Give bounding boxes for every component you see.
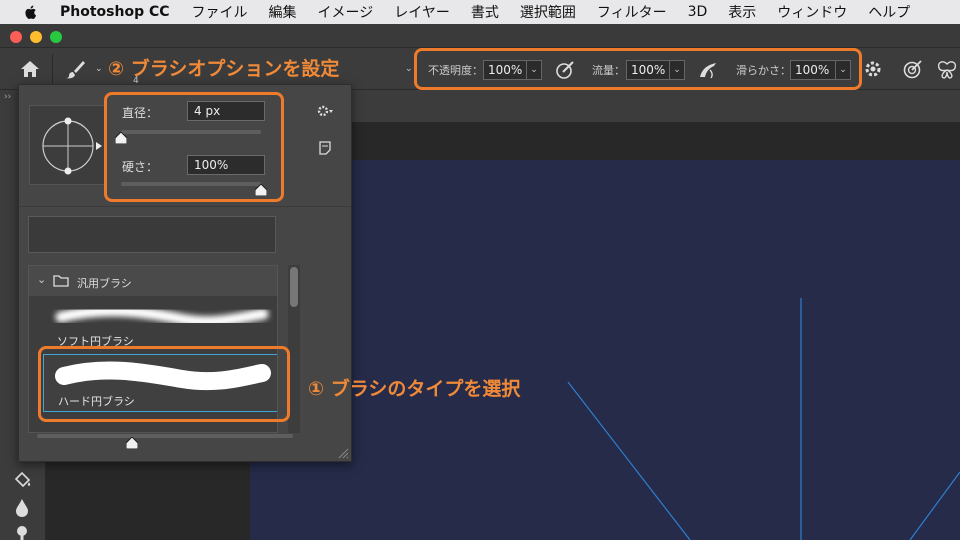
menu-3d[interactable]: 3D	[688, 4, 708, 20]
menu-type[interactable]: 書式	[471, 2, 499, 22]
brush-icon[interactable]	[64, 60, 86, 80]
close-window-button[interactable]	[10, 31, 22, 43]
panel-gear-icon[interactable]	[317, 105, 333, 117]
menu-window[interactable]: ウィンドウ	[777, 2, 847, 22]
menu-image[interactable]: イメージ	[318, 2, 374, 22]
brush-angle-icon[interactable]	[30, 106, 108, 186]
pressure-icon[interactable]	[902, 60, 922, 80]
home-icon[interactable]	[20, 60, 40, 78]
recent-brushes-strip[interactable]	[28, 216, 276, 253]
dodge-tool-icon[interactable]	[14, 524, 32, 540]
folder-name: 汎用ブラシ	[77, 277, 132, 290]
folder-icon	[53, 275, 69, 287]
zoom-window-button[interactable]	[50, 31, 62, 43]
window-title-bar	[0, 24, 960, 48]
scrollbar-thumb[interactable]	[290, 267, 298, 307]
gear-icon[interactable]	[864, 60, 882, 78]
menu-bar: Photoshop CC ファイル 編集 イメージ レイヤー 書式 選択範囲 フ…	[0, 0, 960, 24]
menu-filter[interactable]: フィルター	[597, 2, 667, 22]
preview-size-slider-thumb[interactable]	[126, 437, 138, 449]
guide-lines	[567, 298, 960, 540]
brush-options-highlight	[104, 92, 284, 202]
menu-edit[interactable]: 編集	[269, 2, 297, 22]
app-menu[interactable]: Photoshop CC	[60, 4, 170, 20]
collapse-panel-icon[interactable]: ››	[4, 92, 11, 102]
soft-round-stroke-preview	[55, 305, 269, 328]
brush-type-highlight	[38, 346, 290, 422]
divider	[52, 54, 53, 84]
menu-layer[interactable]: レイヤー	[394, 2, 450, 22]
menu-view[interactable]: 表示	[728, 2, 756, 22]
resize-grip-icon[interactable]	[337, 447, 349, 459]
new-preset-icon[interactable]	[319, 141, 331, 155]
menu-file[interactable]: ファイル	[192, 2, 248, 22]
step2-annotation: ② ブラシオプションを設定	[108, 58, 340, 80]
preview-size-slider-track[interactable]	[37, 434, 293, 438]
blur-tool-icon[interactable]	[14, 498, 30, 518]
brush-folder-row[interactable]: ⌄ 汎用ブラシ	[29, 266, 277, 296]
menu-select[interactable]: 選択範囲	[520, 2, 576, 22]
options-highlight	[414, 48, 862, 90]
brush-tool-chevron-icon[interactable]: ⌄	[95, 64, 103, 74]
folder-expand-chevron-icon[interactable]: ⌄	[37, 273, 46, 286]
menu-help[interactable]: ヘルプ	[868, 2, 910, 22]
brush-tip-preview[interactable]	[29, 105, 107, 185]
brush-item-soft-round[interactable]: ソフト円ブラシ	[43, 298, 277, 348]
minimize-window-button[interactable]	[30, 31, 42, 43]
panel-divider	[19, 206, 351, 207]
apple-icon[interactable]	[22, 3, 40, 21]
symmetry-icon[interactable]	[936, 60, 958, 80]
mode-chevron-icon[interactable]: ⌄	[405, 64, 413, 74]
step1-annotation: ① ブラシのタイプを選択	[308, 378, 521, 400]
paint-bucket-icon[interactable]	[12, 470, 32, 490]
